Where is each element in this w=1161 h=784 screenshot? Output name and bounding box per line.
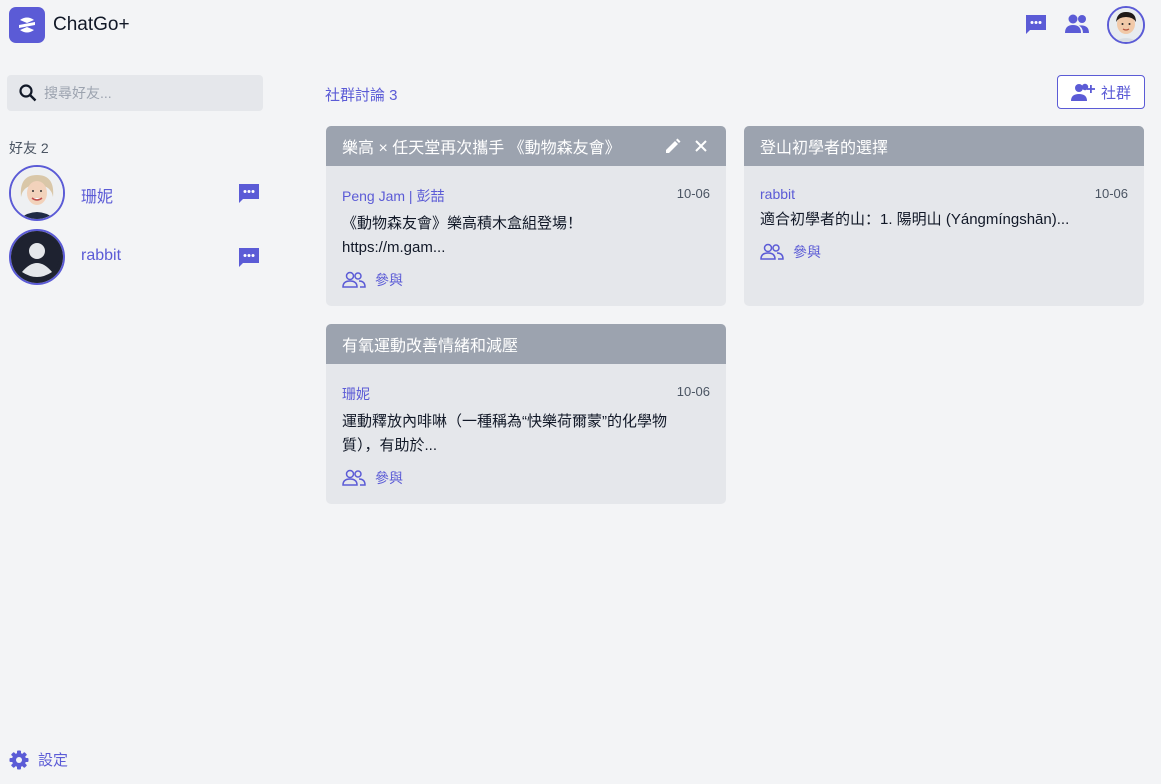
discussion-title-bar: 有氧運動改善情緒和減壓 bbox=[326, 324, 726, 364]
join-button[interactable]: 參與 bbox=[760, 242, 1128, 262]
group-icon bbox=[760, 243, 784, 260]
add-community-label: 社群 bbox=[1100, 84, 1131, 102]
settings-link[interactable]: 設定 bbox=[9, 749, 68, 770]
discussion-title: 樂高 × 任天堂再次攜手 《動物森友會》 bbox=[342, 140, 621, 157]
friend-item[interactable]: rabbit bbox=[9, 229, 269, 285]
discussion-title-bar: 樂高 × 任天堂再次攜手 《動物森友會》 bbox=[326, 126, 726, 166]
edit-icon[interactable] bbox=[664, 137, 682, 155]
default-avatar-icon bbox=[9, 229, 65, 285]
app-logo-icon[interactable] bbox=[9, 7, 45, 43]
discussion-excerpt: 《動物森友會》樂高積木盒組登場！https://m.gam... bbox=[342, 215, 583, 256]
join-button[interactable]: 參與 bbox=[342, 270, 710, 290]
discussion-card[interactable]: 樂高 × 任天堂再次攜手 《動物森友會》 Peng Jam | 彭喆 10-06… bbox=[326, 126, 726, 306]
group-icon bbox=[342, 469, 366, 486]
discussion-card[interactable]: 登山初學者的選擇 rabbit 10-06 適合初學者的山：1. 陽明山 (Yá… bbox=[744, 126, 1144, 306]
discussion-title: 登山初學者的選擇 bbox=[760, 140, 889, 157]
friend-name: 珊妮 bbox=[81, 189, 114, 206]
join-button[interactable]: 參與 bbox=[342, 468, 710, 488]
group-icon bbox=[342, 271, 366, 288]
add-community-button[interactable]: 社群 bbox=[1057, 75, 1145, 109]
close-icon[interactable] bbox=[692, 137, 710, 155]
friend-avatar bbox=[9, 165, 65, 221]
people-nav-icon[interactable] bbox=[1064, 11, 1090, 37]
discussion-excerpt: 運動釋放內啡啉（一種稱為“快樂荷爾蒙”的化學物質），有助於... bbox=[342, 413, 667, 454]
section-title: 社群討論 3 bbox=[325, 87, 398, 104]
search-icon bbox=[19, 84, 37, 102]
discussion-date: 10-06 bbox=[676, 186, 710, 201]
friend-name: rabbit bbox=[81, 247, 122, 264]
discussion-title-bar: 登山初學者的選擇 bbox=[744, 126, 1144, 166]
discussion-date: 10-06 bbox=[1094, 186, 1128, 201]
user-avatar[interactable] bbox=[1107, 6, 1145, 44]
chat-icon[interactable] bbox=[237, 181, 261, 205]
discussion-excerpt: 適合初學者的山：1. 陽明山 (Yángmíngshān)... bbox=[760, 211, 1070, 228]
discussion-author[interactable]: 珊妮 bbox=[342, 384, 370, 404]
settings-label: 設定 bbox=[38, 752, 69, 769]
chat-nav-icon[interactable] bbox=[1023, 11, 1049, 37]
discussion-author[interactable]: rabbit bbox=[760, 186, 795, 202]
friend-search-box[interactable] bbox=[7, 75, 263, 111]
discussion-author[interactable]: Peng Jam | 彭喆 bbox=[342, 186, 444, 206]
discussion-title: 有氧運動改善情緒和減壓 bbox=[342, 338, 519, 355]
app-title: ChatGo+ bbox=[53, 14, 130, 35]
join-label: 參與 bbox=[375, 470, 403, 486]
top-header: ChatGo+ bbox=[0, 0, 1161, 50]
discussion-card[interactable]: 有氧運動改善情緒和減壓 珊妮 10-06 運動釋放內啡啉（一種稱為“快樂荷爾蒙”… bbox=[326, 324, 726, 504]
search-input[interactable] bbox=[44, 85, 244, 101]
friend-item[interactable]: 珊妮 bbox=[9, 165, 269, 221]
join-label: 參與 bbox=[375, 272, 403, 288]
chat-icon[interactable] bbox=[237, 245, 261, 269]
friends-heading: 好友 2 bbox=[9, 140, 49, 156]
add-group-icon bbox=[1070, 83, 1095, 101]
gear-icon bbox=[9, 750, 29, 769]
join-label: 參與 bbox=[793, 244, 821, 260]
discussion-date: 10-06 bbox=[676, 384, 710, 399]
